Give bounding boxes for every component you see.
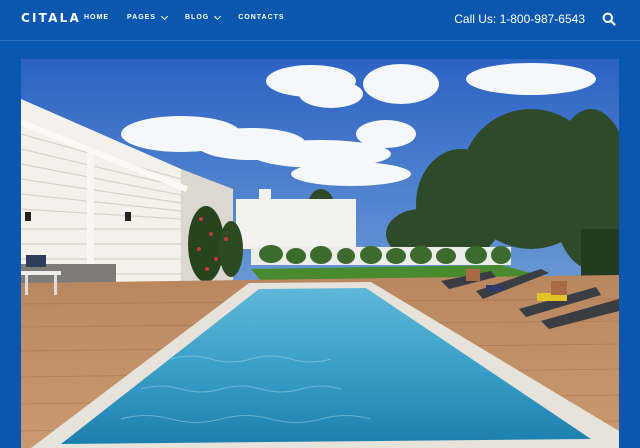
nav-item-label: PAGES: [127, 14, 156, 21]
nav-item-contacts[interactable]: CONTACTS: [238, 14, 284, 21]
nav-item-label: BLOG: [185, 14, 210, 21]
phone-number[interactable]: Call Us: 1-800-987-6543: [454, 12, 585, 26]
site-logo[interactable]: CITALA: [21, 11, 81, 25]
nav-item-pages[interactable]: PAGES: [127, 12, 169, 21]
top-navigation-bar: CITALA HOME PAGES BLOG CONTACTS Call Us:…: [0, 0, 640, 41]
main-menu: HOME PAGES BLOG CONTACTS: [84, 12, 303, 21]
pool-villa-photo: [21, 59, 619, 448]
hero-image: [21, 59, 619, 448]
chevron-down-icon: [214, 12, 222, 21]
nav-item-home[interactable]: HOME: [84, 14, 109, 21]
nav-item-label: CONTACTS: [238, 14, 285, 21]
nav-item-blog[interactable]: BLOG: [185, 12, 222, 21]
nav-item-label: HOME: [84, 14, 109, 21]
search-icon[interactable]: [602, 12, 616, 26]
chevron-down-icon: [160, 12, 169, 21]
